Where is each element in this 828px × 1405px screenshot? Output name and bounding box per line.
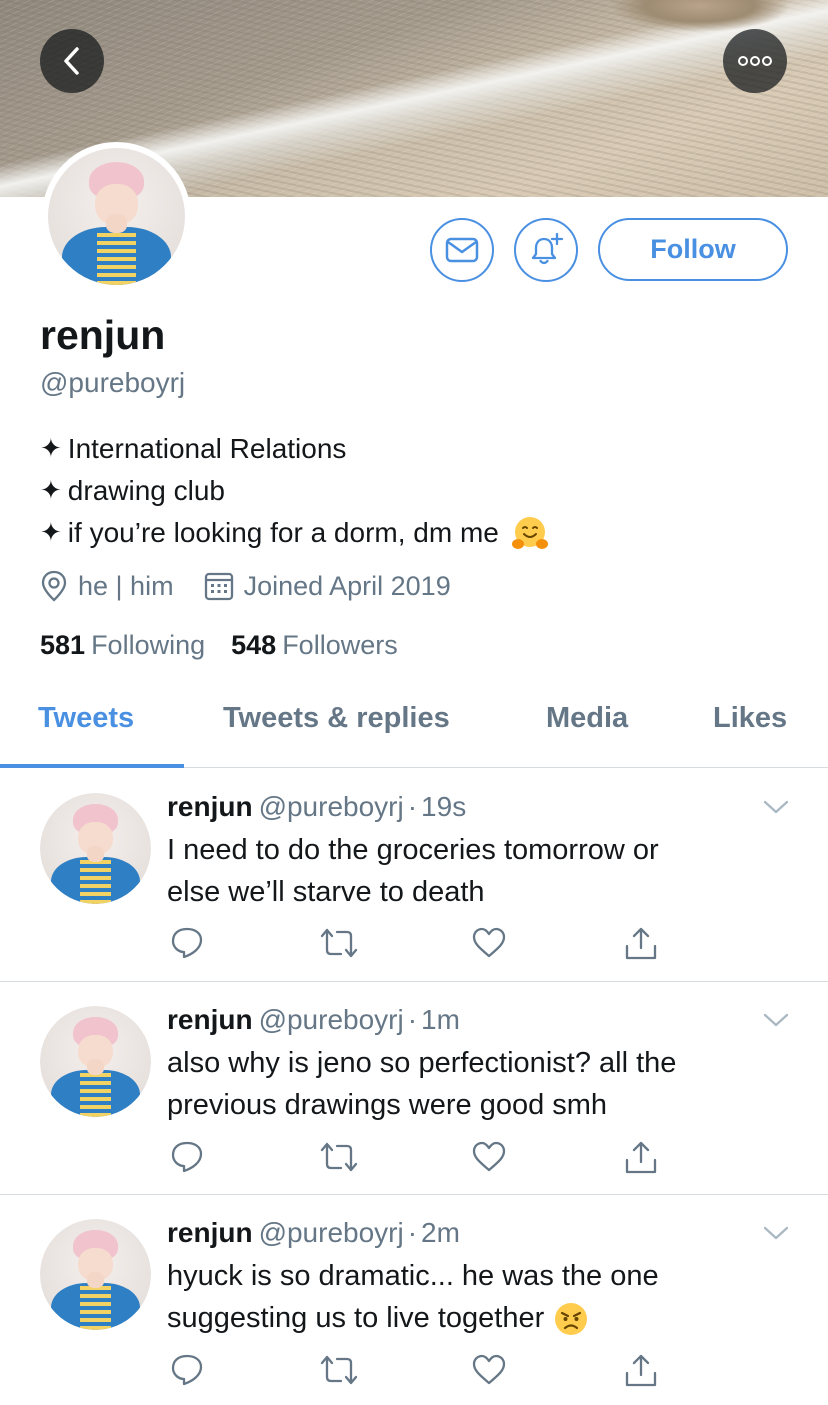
- like-icon: [472, 1141, 506, 1172]
- like-button[interactable]: [471, 1353, 507, 1387]
- bio-text: drawing club: [67, 475, 225, 506]
- bio-text: International Relations: [67, 433, 347, 464]
- tweet-author-handle: @pureboyrj: [258, 1217, 404, 1248]
- like-button[interactable]: [471, 926, 507, 960]
- join-date-text: Joined April 2019: [243, 570, 451, 601]
- angry-face-emoji: [555, 1303, 588, 1336]
- reply-button[interactable]: [169, 926, 205, 960]
- display-name: renjun: [40, 312, 166, 358]
- bio-line: ✦ International Relations: [40, 428, 800, 470]
- calendar-icon: [204, 572, 233, 601]
- tweet-time: 2m: [421, 1217, 460, 1248]
- like-icon: [472, 1354, 506, 1385]
- reply-icon: [171, 927, 203, 959]
- reply-button[interactable]: [169, 1353, 205, 1387]
- chevron-down-icon[interactable]: [762, 799, 790, 815]
- tweet[interactable]: renjun @pureboyrj · 19s I need to do the gr…: [0, 769, 828, 982]
- sparkle-icon: ✦: [40, 476, 62, 506]
- tab-likes[interactable]: Likes: [713, 702, 787, 735]
- tweet-time: 1m: [421, 1004, 460, 1035]
- join-date: Joined April 2019: [204, 571, 451, 602]
- reply-button[interactable]: [169, 1140, 205, 1174]
- more-icon: [738, 56, 772, 66]
- tweet-text: hyuck is so dramatic... he was the one s…: [167, 1255, 787, 1339]
- tweet-avatar[interactable]: [40, 793, 151, 904]
- tweet-avatar[interactable]: [40, 1219, 151, 1330]
- tweet-author-handle: @pureboyrj: [258, 791, 404, 822]
- share-button[interactable]: [623, 1353, 659, 1389]
- retweet-icon: [320, 1142, 358, 1172]
- share-button[interactable]: [623, 926, 659, 962]
- sparkle-icon: ✦: [40, 518, 62, 548]
- tweet-avatar[interactable]: [40, 1006, 151, 1117]
- tweet-actions: [167, 1140, 667, 1176]
- profile-tabs: Tweets Tweets & replies Media Likes: [0, 690, 828, 768]
- tab-media[interactable]: Media: [546, 702, 628, 735]
- profile-avatar[interactable]: [42, 142, 191, 291]
- location: he | him: [40, 570, 174, 602]
- tweet[interactable]: renjun @pureboyrj · 2m hyuck is so dramatic…: [0, 1196, 828, 1405]
- followers-count[interactable]: 548 Followers: [231, 630, 398, 661]
- message-button[interactable]: [430, 218, 494, 282]
- retweet-button[interactable]: [319, 1140, 359, 1174]
- share-icon: [625, 1141, 657, 1174]
- follow-button[interactable]: Follow: [598, 218, 788, 281]
- chevron-down-icon[interactable]: [762, 1012, 790, 1028]
- like-button[interactable]: [471, 1140, 507, 1174]
- retweet-icon: [320, 1355, 358, 1385]
- tweet-time: 19s: [421, 791, 467, 822]
- tweet-header: renjun @pureboyrj · 19s: [167, 791, 467, 822]
- tweet-actions: [167, 1353, 667, 1389]
- profile-meta: he | him Joined April 2019: [40, 568, 481, 604]
- bio-line: ✦ drawing club: [40, 470, 800, 512]
- like-icon: [472, 927, 506, 958]
- profile-handle: @pureboyrj: [40, 367, 186, 398]
- tweet[interactable]: renjun @pureboyrj · 1m also why is jeno so …: [0, 983, 828, 1195]
- tweet-text: also why is jeno so perfectionist? all t…: [167, 1047, 677, 1121]
- share-button[interactable]: [623, 1140, 659, 1176]
- profile-bio: ✦ International Relations ✦ drawing club…: [40, 428, 800, 554]
- tweet-author-handle: @pureboyrj: [258, 1004, 404, 1035]
- share-icon: [625, 927, 657, 960]
- retweet-button[interactable]: [319, 926, 359, 960]
- reply-icon: [171, 1354, 203, 1386]
- tab-tweets[interactable]: Tweets: [38, 702, 134, 735]
- sparkle-icon: ✦: [40, 434, 62, 464]
- share-icon: [625, 1354, 657, 1387]
- location-pin-icon: [41, 570, 67, 602]
- back-arrow-icon: [64, 47, 79, 75]
- bell-plus-icon: [531, 232, 564, 265]
- chevron-down-icon[interactable]: [762, 1225, 790, 1241]
- more-button[interactable]: [723, 29, 787, 93]
- tweet-author-name[interactable]: renjun: [167, 791, 253, 822]
- tweet-header: renjun @pureboyrj · 1m: [167, 1004, 460, 1035]
- tweet-actions: [167, 926, 667, 962]
- back-button[interactable]: [40, 29, 104, 93]
- bio-text: if you’re looking for a dorm, dm me: [67, 517, 499, 548]
- retweet-button[interactable]: [319, 1353, 359, 1387]
- tweet-author-name[interactable]: renjun: [167, 1217, 253, 1248]
- bio-line: ✦ if you’re looking for a dorm, dm me: [40, 512, 800, 554]
- tweet-header: renjun @pureboyrj · 2m: [167, 1217, 460, 1248]
- mail-icon: [445, 237, 479, 263]
- notify-button[interactable]: [514, 218, 578, 282]
- location-text: he | him: [78, 570, 174, 601]
- following-count[interactable]: 581 Following: [40, 630, 205, 661]
- tab-tweets-replies[interactable]: Tweets & replies: [223, 702, 450, 735]
- follow-counts: 581 Following 548 Followers: [40, 630, 424, 661]
- reply-icon: [171, 1141, 203, 1173]
- retweet-icon: [320, 928, 358, 958]
- tweet-text: I need to do the groceries tomorrow or e…: [167, 834, 659, 908]
- active-tab-indicator: [0, 764, 184, 768]
- tweet-author-name[interactable]: renjun: [167, 1004, 253, 1035]
- hugging-face-emoji: [511, 517, 548, 549]
